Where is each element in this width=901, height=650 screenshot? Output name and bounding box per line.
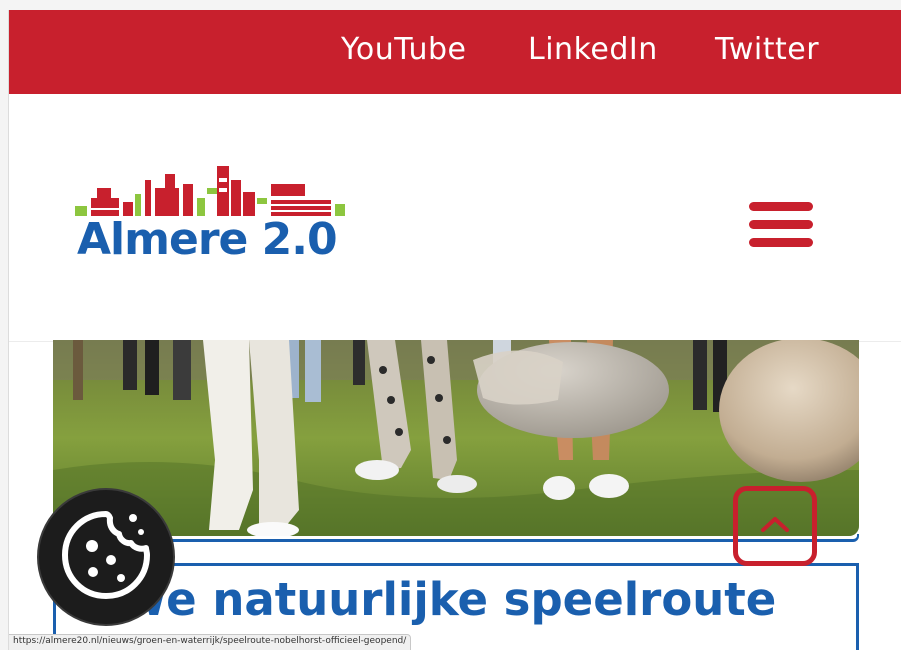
status-bar-url: https://almere20.nl/nieuws/groen-en-wate… bbox=[9, 634, 412, 650]
twitter-link[interactable]: Twitter bbox=[715, 32, 819, 67]
youtube-link[interactable]: YouTube bbox=[341, 32, 467, 67]
site-logo[interactable]: Almere 2.0 bbox=[69, 158, 359, 278]
site-header: Almere 2.0 bbox=[9, 94, 901, 342]
linkedin-link[interactable]: LinkedIn bbox=[528, 32, 658, 67]
back-to-top-button[interactable] bbox=[733, 486, 817, 566]
browser-viewport: YouTube LinkedIn Twitter Almere 2.0 euwe… bbox=[8, 10, 901, 650]
article-title[interactable]: euwe natuurlijke speelroute bbox=[56, 570, 856, 630]
social-top-bar: YouTube LinkedIn Twitter bbox=[9, 10, 901, 94]
cookie-icon bbox=[62, 511, 150, 599]
logo-wordmark: Almere 2.0 bbox=[77, 214, 338, 265]
hamburger-menu-icon bbox=[749, 202, 813, 211]
hamburger-menu-button[interactable] bbox=[745, 198, 817, 254]
logo-skyline-icon bbox=[75, 166, 345, 216]
cookie-settings-button[interactable] bbox=[37, 488, 175, 626]
chevron-up-icon bbox=[761, 517, 789, 532]
